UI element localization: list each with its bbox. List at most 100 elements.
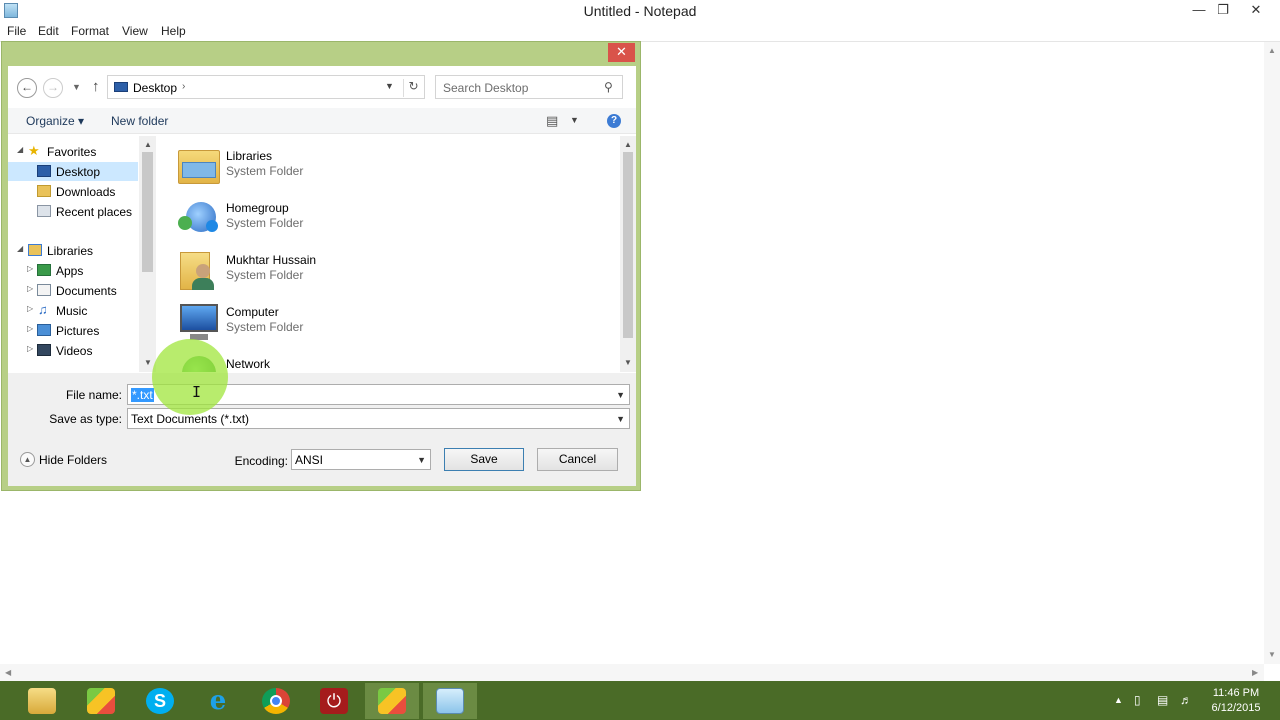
show-hidden-icons-icon[interactable]: ▲ [1114,695,1123,705]
search-box[interactable]: Search Desktop ⚲ [435,75,623,99]
expand-arrow-icon[interactable]: ▷ [27,264,33,273]
menu-format[interactable]: Format [71,24,109,38]
file-item-computer[interactable]: Computer System Folder [174,298,434,346]
scroll-down-arrow-icon[interactable]: ▼ [1268,650,1276,659]
address-dropdown-icon[interactable]: ▼ [385,81,394,91]
user-folder-icon [176,248,220,290]
taskbar-notepad[interactable] [423,683,477,719]
new-folder-button[interactable]: New folder [111,114,168,128]
file-item-libraries[interactable]: Libraries System Folder [174,142,434,190]
breadcrumb-chevron-icon[interactable]: › [182,81,185,92]
search-placeholder[interactable]: Search Desktop [443,81,528,95]
refresh-icon[interactable]: ↻ [403,79,423,97]
file-list: Libraries System Folder Homegroup System… [158,136,630,372]
collapse-arrow-icon[interactable]: ◢ [17,145,23,154]
nav-item-desktop[interactable]: Desktop [8,162,138,181]
view-dropdown-icon[interactable]: ▼ [570,115,579,125]
expand-arrow-icon[interactable]: ▷ [27,304,33,313]
back-button[interactable]: ← [17,78,37,98]
nav-item-downloads[interactable]: Downloads [8,182,138,201]
collapse-arrow-icon[interactable]: ◢ [17,244,23,253]
view-options-icon[interactable]: ▤ [546,113,558,129]
taskbar-chrome[interactable] [249,683,303,719]
menu-file[interactable]: File [7,24,26,38]
scroll-up-arrow-icon[interactable]: ▲ [624,140,632,149]
vertical-scrollbar[interactable]: ▲ ▼ [1264,42,1280,664]
taskbar-bluestacks[interactable] [74,683,128,719]
taskbar-bluestacks-2[interactable] [365,683,419,719]
file-name: Homegroup [226,201,289,215]
scroll-right-arrow-icon[interactable]: ▶ [1252,668,1258,677]
hide-folders-label: Hide Folders [39,453,108,467]
expand-arrow-icon[interactable]: ▷ [27,324,33,333]
nav-item-recent-places[interactable]: Recent places [8,202,138,221]
taskbar-file-explorer[interactable] [15,683,69,719]
expand-arrow-icon[interactable]: ▷ [27,284,33,293]
expand-arrow-icon[interactable]: ▷ [27,344,33,353]
homegroup-icon [176,196,220,238]
encoding-select[interactable]: ANSI ▼ [291,449,431,470]
encoding-dropdown-icon[interactable]: ▼ [417,455,426,465]
horizontal-scrollbar[interactable]: ◀ ▶ [0,664,1264,681]
encoding-value: ANSI [295,453,324,467]
file-item-user-folder[interactable]: Mukhtar Hussain System Folder [174,246,434,294]
save-button[interactable]: Save [444,448,524,471]
file-item-homegroup[interactable]: Homegroup System Folder [174,194,434,242]
volume-icon[interactable]: ♬ [1180,693,1192,707]
nav-item-videos[interactable]: ▷ Videos [8,341,138,360]
encoding-label: Encoding: [234,454,288,468]
address-bar[interactable]: Desktop › ▼ ↻ [107,75,425,99]
text-cursor-icon: I [192,383,202,401]
videos-icon [37,344,51,356]
file-list-scrollbar[interactable]: ▲ ▼ [620,136,636,372]
file-name: Libraries [226,149,273,163]
scroll-down-arrow-icon[interactable]: ▼ [144,358,152,367]
file-type: System Folder [226,268,304,282]
menu-bar: File Edit Format View Help [0,22,1280,41]
apps-icon [37,264,51,276]
cancel-button[interactable]: Cancel [537,448,618,471]
scrollbar-thumb[interactable] [623,152,633,338]
organize-button[interactable]: Organize ▾ [26,114,84,128]
network-signal-icon[interactable]: ▤ [1157,693,1168,707]
search-icon[interactable]: ⚲ [604,80,613,94]
power-icon: ⏻ [320,688,348,714]
menu-view[interactable]: View [122,24,148,38]
pictures-icon [37,324,51,336]
scroll-down-arrow-icon[interactable]: ▼ [624,358,632,367]
close-window-button[interactable]: ✕ [1236,0,1276,22]
scrollbar-thumb[interactable] [142,152,153,272]
menu-edit[interactable]: Edit [38,24,59,38]
nav-item-music[interactable]: ▷ ♫ Music [8,301,138,320]
taskbar-internet-explorer[interactable]: e [191,683,245,719]
file-name-dropdown-icon[interactable]: ▼ [616,390,625,400]
nav-favorites[interactable]: ◢ ★ Favorites [8,142,138,161]
nav-item-pictures[interactable]: ▷ Pictures [8,321,138,340]
address-location[interactable]: Desktop [133,81,177,95]
forward-button[interactable]: → [43,78,63,98]
save-as-type-dropdown-icon[interactable]: ▼ [616,414,625,424]
taskbar-skype[interactable]: S [133,683,187,719]
taskbar-power-tool[interactable]: ⏻ [307,683,361,719]
computer-icon [176,300,220,342]
nav-libraries[interactable]: ◢ Libraries [8,241,138,260]
battery-icon[interactable]: ▯ [1134,693,1141,707]
dialog-close-button[interactable]: ✕ [608,43,635,62]
up-level-button[interactable]: ↑ [92,78,100,95]
nav-label-pictures: Pictures [56,324,100,338]
help-icon[interactable]: ? [607,114,621,128]
nav-item-documents[interactable]: ▷ Documents [8,281,138,300]
menu-help[interactable]: Help [161,24,186,38]
scroll-up-arrow-icon[interactable]: ▲ [1268,46,1276,55]
nav-pane-scrollbar[interactable]: ▲ ▼ [139,136,156,372]
file-name-value[interactable]: *.txt [131,388,154,402]
nav-item-apps[interactable]: ▷ Apps [8,261,138,280]
file-type: System Folder [226,320,304,334]
file-explorer-icon [28,688,56,714]
recent-locations-dropdown-icon[interactable]: ▼ [72,82,81,92]
scroll-left-arrow-icon[interactable]: ◀ [5,668,11,677]
system-clock[interactable]: 11:46 PM 6/12/2015 [1204,686,1268,716]
music-icon: ♫ [38,302,48,317]
scroll-up-arrow-icon[interactable]: ▲ [144,140,152,149]
maximize-button[interactable]: ❐ [1209,0,1237,22]
